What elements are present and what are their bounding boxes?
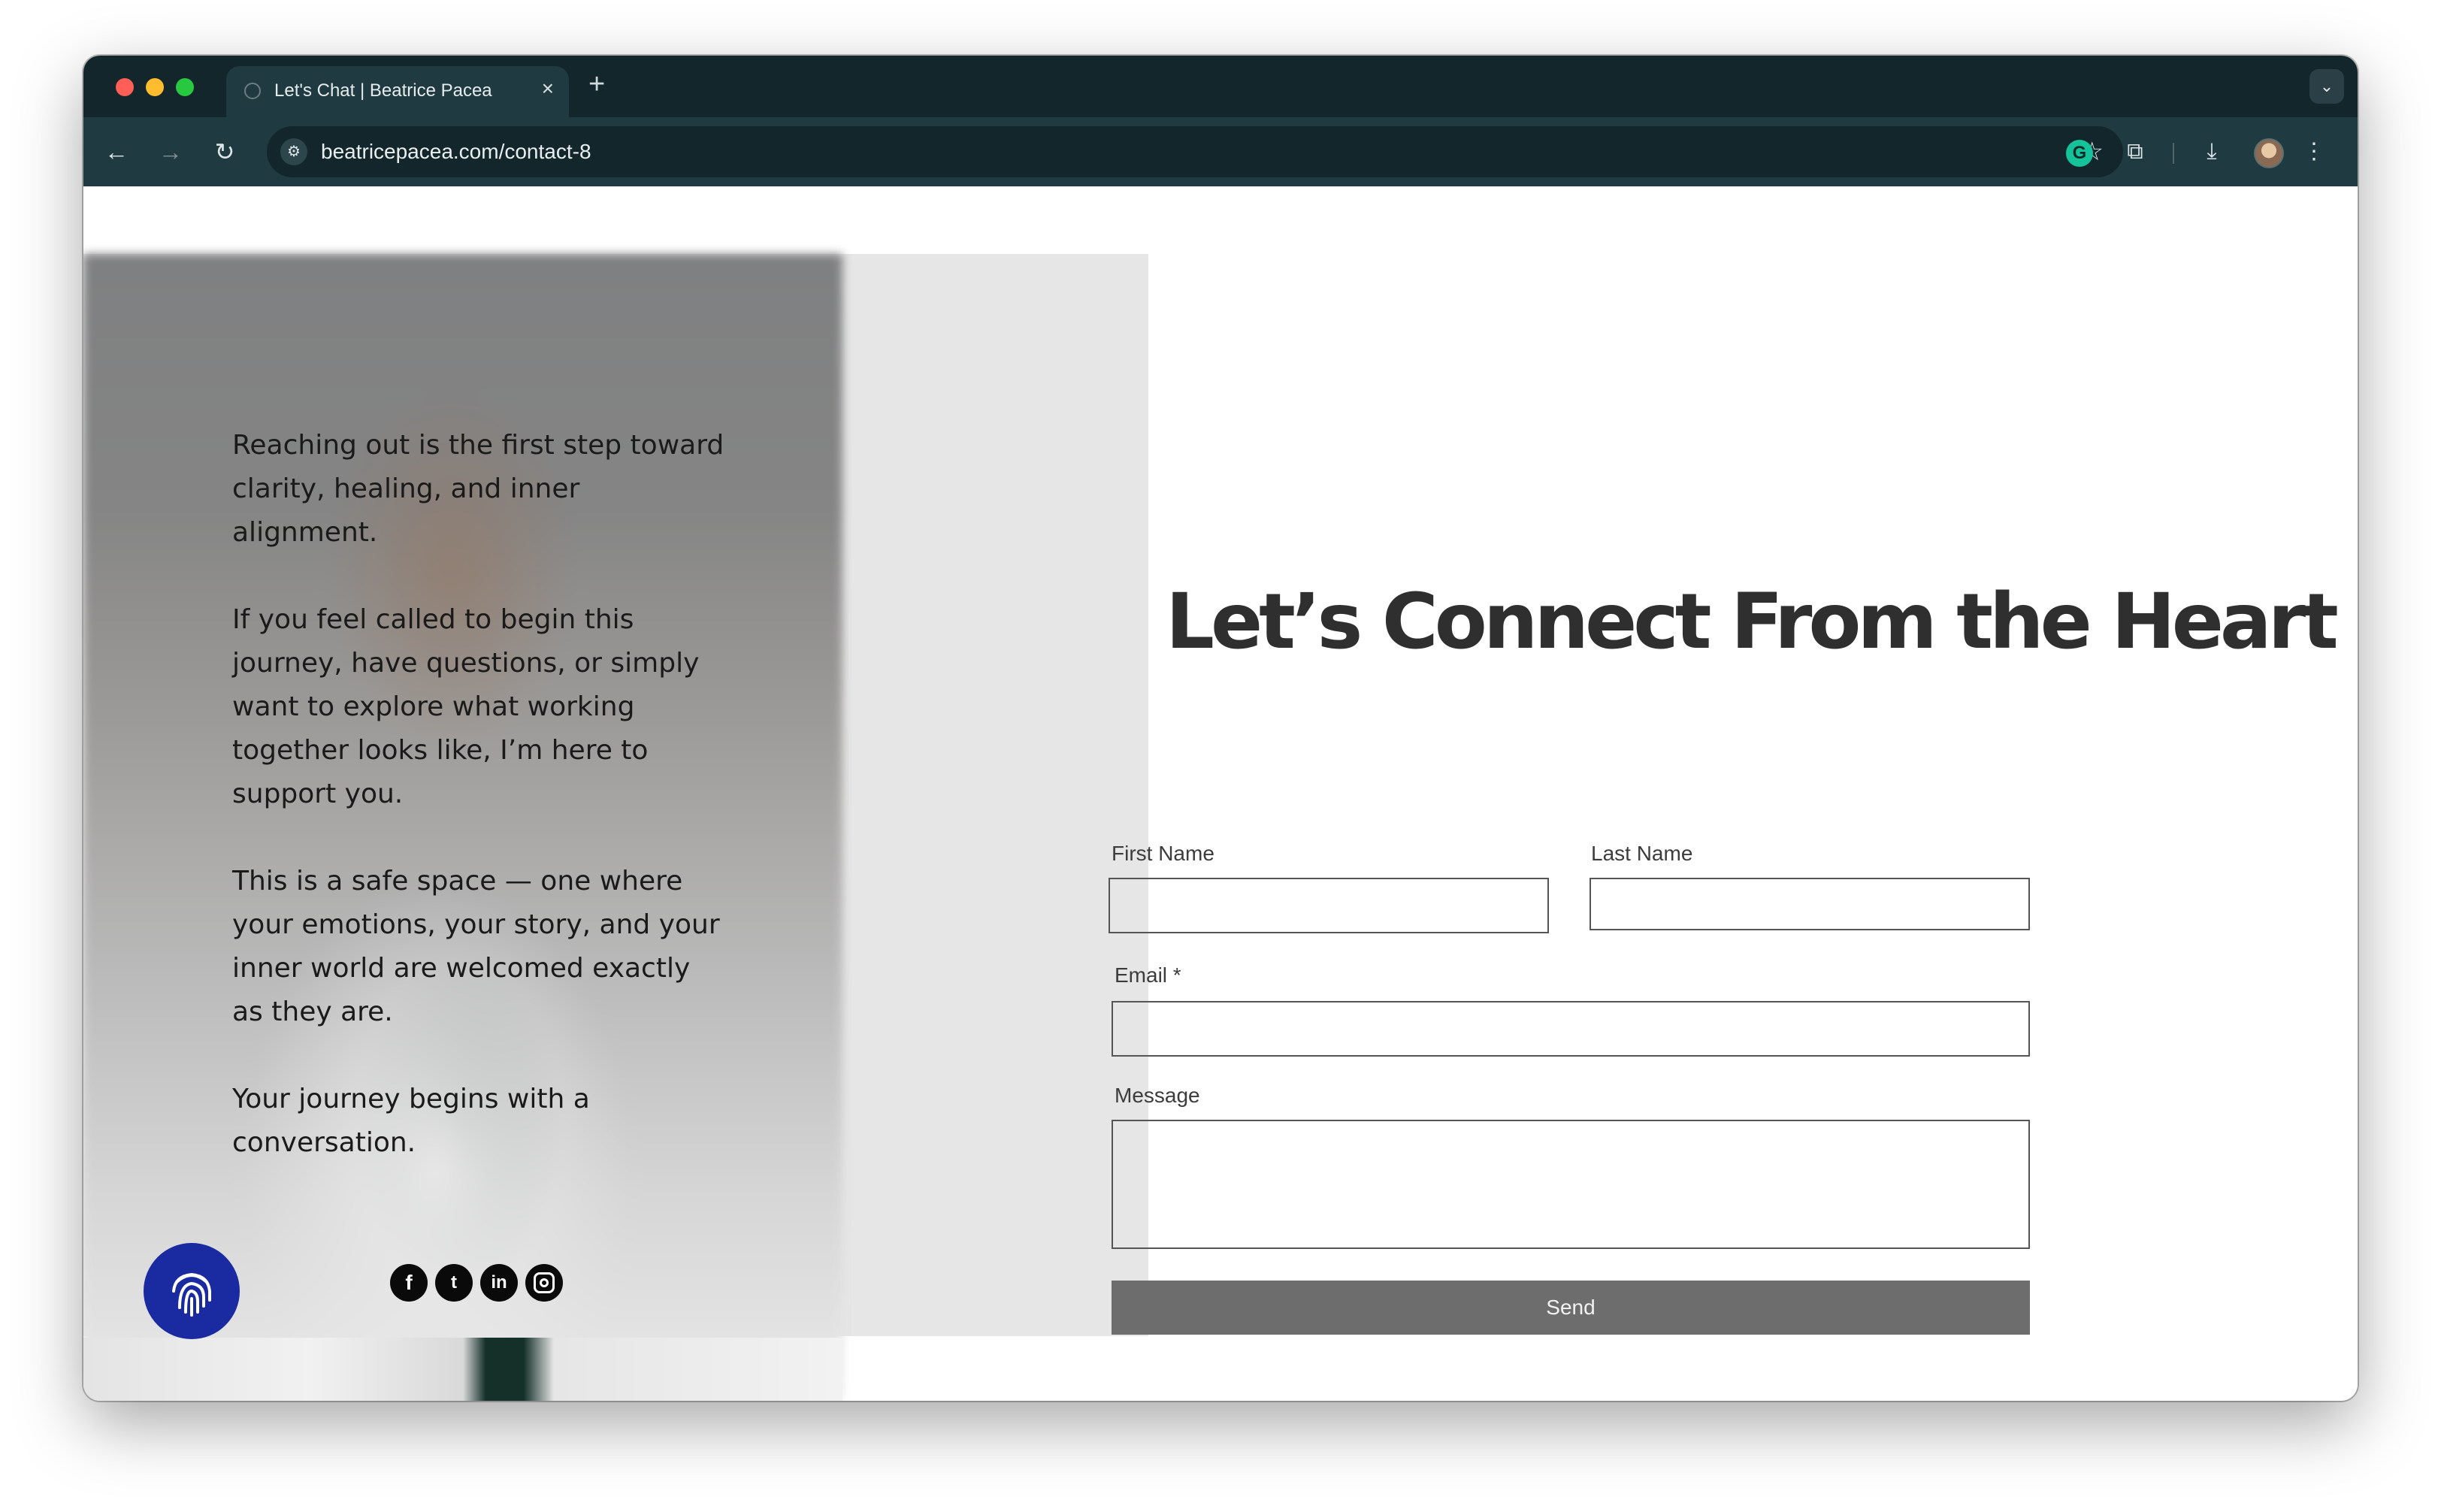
intro-text: Reaching out is the first step toward cl… xyxy=(232,424,728,1208)
tab-close-icon[interactable]: × xyxy=(542,78,554,99)
minimize-window-button[interactable] xyxy=(146,78,164,96)
address-bar[interactable]: ⚙ beatricepacea.com/contact-8 ☆ xyxy=(267,126,2123,177)
last-name-label: Last Name xyxy=(1591,842,1693,865)
grammarly-extension-icon[interactable]: G xyxy=(2061,134,2098,170)
url-text[interactable]: beatricepacea.com/contact-8 xyxy=(321,140,591,164)
browser-menu-icon[interactable]: ⋮ xyxy=(2296,134,2332,170)
email-label: Email * xyxy=(1115,963,1181,987)
close-window-button[interactable] xyxy=(116,78,134,96)
site-settings-icon[interactable]: ⚙ xyxy=(280,138,307,165)
tab-favicon-icon xyxy=(244,83,261,99)
page-content: Reaching out is the first step toward cl… xyxy=(83,186,2358,1401)
page-title: Let’s Connect From the Heart xyxy=(1166,577,2339,667)
first-name-label: First Name xyxy=(1112,842,1214,865)
forward-arrow-icon[interactable]: → xyxy=(154,135,187,168)
reload-icon[interactable]: ↻ xyxy=(208,135,241,168)
twitter-icon[interactable]: t xyxy=(435,1264,473,1302)
extensions-puzzle-icon[interactable]: ⧉ xyxy=(2117,134,2153,170)
fingerprint-icon xyxy=(172,1272,211,1317)
portrait-image-bottom xyxy=(83,1338,842,1401)
send-button[interactable]: Send xyxy=(1112,1281,2030,1335)
active-tab[interactable]: Let's Chat | Beatrice Pacea × xyxy=(226,66,569,117)
tab-title: Let's Chat | Beatrice Pacea xyxy=(274,80,492,101)
email-field[interactable] xyxy=(1112,1001,2030,1057)
message-field[interactable] xyxy=(1112,1120,2030,1249)
intro-paragraph-3: This is a safe space — one where your em… xyxy=(232,866,720,1027)
message-label: Message xyxy=(1115,1084,1200,1107)
instagram-icon[interactable] xyxy=(525,1264,563,1302)
download-icon[interactable]: ⤓ xyxy=(2194,134,2230,170)
maximize-window-button[interactable] xyxy=(176,78,194,96)
back-arrow-icon[interactable]: ← xyxy=(100,135,133,168)
facebook-icon[interactable]: f xyxy=(390,1264,428,1302)
linkedin-icon[interactable]: in xyxy=(480,1264,518,1302)
intro-paragraph-1: Reaching out is the first step toward cl… xyxy=(232,430,724,548)
browser-window: Let's Chat | Beatrice Pacea × + ⌄ ← → ↻ … xyxy=(83,56,2358,1401)
instagram-glyph xyxy=(534,1272,555,1293)
new-tab-button[interactable]: + xyxy=(588,69,605,99)
browser-toolbar: ← → ↻ ⚙ beatricepacea.com/contact-8 ☆ G … xyxy=(83,117,2358,186)
last-name-field[interactable] xyxy=(1590,878,2030,930)
intro-paragraph-4: Your journey begins with a conversation. xyxy=(232,1084,590,1158)
intro-paragraph-2: If you feel called to begin this journey… xyxy=(232,604,700,809)
toolbar-divider xyxy=(2173,143,2174,164)
tab-strip: Let's Chat | Beatrice Pacea × + ⌄ xyxy=(83,56,2358,117)
grammarly-logo: G xyxy=(2066,140,2093,167)
tab-search-chevron-icon[interactable]: ⌄ xyxy=(2309,69,2344,104)
first-name-field[interactable] xyxy=(1109,878,1549,933)
fingerprint-badge-button[interactable] xyxy=(144,1243,240,1339)
profile-avatar[interactable] xyxy=(2254,138,2284,168)
